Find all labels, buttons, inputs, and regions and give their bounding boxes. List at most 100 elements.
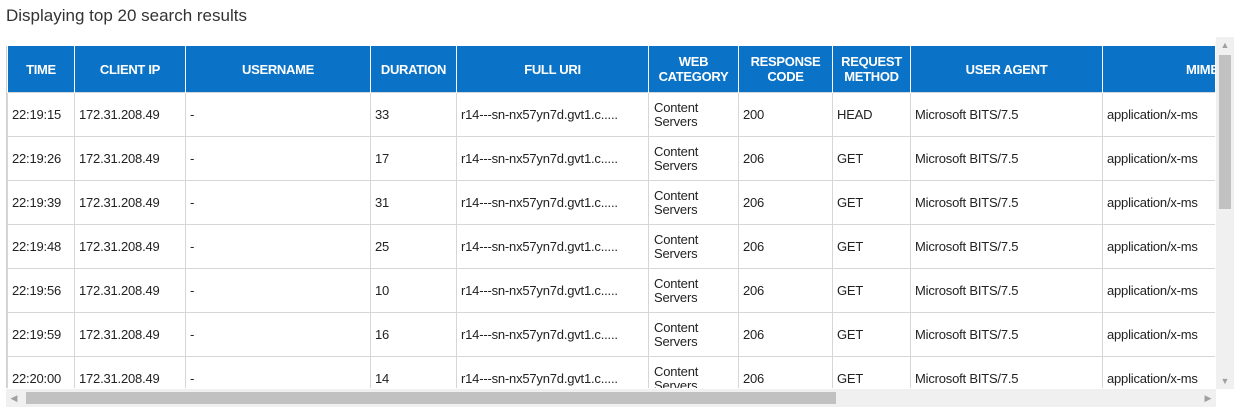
cell-response-code: 206 bbox=[738, 224, 833, 269]
table-body: 22:19:15 172.31.208.49-33 r14---sn-nx57yn7… bbox=[7, 92, 1215, 388]
cell-response-code: 206 bbox=[738, 180, 833, 225]
horizontal-scroll-thumb[interactable] bbox=[26, 392, 836, 404]
cell-user-agent: Microsoft BITS/7.5 bbox=[910, 136, 1103, 181]
cell-client-ip: 172.31.208.49 bbox=[74, 136, 186, 181]
scroll-right-arrow-icon[interactable]: ▶ bbox=[1200, 389, 1216, 407]
header-row: TIME CLIENT IP USERNAME DURATION FULL URI WEB… bbox=[7, 46, 1215, 93]
horizontal-scrollbar[interactable]: ◀ ▶ bbox=[6, 389, 1216, 407]
cell-username: - bbox=[185, 180, 371, 225]
cell-full-uri: r14---sn-nx57yn7d.gvt1.c..... bbox=[456, 224, 649, 269]
column-header-mime-type[interactable]: MIME TY bbox=[1102, 46, 1215, 93]
cell-duration: 31 bbox=[370, 180, 457, 225]
cell-full-uri: r14---sn-nx57yn7d.gvt1.c..... bbox=[456, 136, 649, 181]
cell-request-method: GET bbox=[832, 136, 911, 181]
cell-duration: 33 bbox=[370, 92, 457, 137]
column-header-user-agent[interactable]: USER AGENT bbox=[910, 46, 1103, 93]
cell-username: - bbox=[185, 136, 371, 181]
cell-duration: 10 bbox=[370, 268, 457, 313]
cell-time: 22:19:26 bbox=[7, 136, 75, 181]
cell-duration: 17 bbox=[370, 136, 457, 181]
cell-mime-type: application/x-ms bbox=[1102, 180, 1215, 225]
cell-response-code: 200 bbox=[738, 92, 833, 137]
cell-web-category: Content Servers bbox=[648, 180, 739, 225]
column-header-client-ip[interactable]: CLIENT IP bbox=[74, 46, 186, 93]
cell-client-ip: 172.31.208.49 bbox=[74, 312, 186, 357]
cell-response-code: 206 bbox=[738, 136, 833, 181]
cell-request-method: GET bbox=[832, 180, 911, 225]
results-table: TIME CLIENT IP USERNAME DURATION FULL URI WEB… bbox=[7, 46, 1215, 388]
cell-username: - bbox=[185, 224, 371, 269]
cell-response-code: 206 bbox=[738, 356, 833, 388]
cell-web-category: Content Servers bbox=[648, 356, 739, 388]
column-header-request-method[interactable]: REQUEST METHOD bbox=[832, 46, 911, 93]
cell-request-method: HEAD bbox=[832, 92, 911, 137]
vertical-scrollbar[interactable]: ▲ ▼ bbox=[1216, 37, 1234, 389]
cell-user-agent: Microsoft BITS/7.5 bbox=[910, 224, 1103, 269]
column-header-response-code[interactable]: RESPONSE CODE bbox=[738, 46, 833, 93]
cell-time: 22:20:00 bbox=[7, 356, 75, 388]
cell-full-uri: r14---sn-nx57yn7d.gvt1.c..... bbox=[456, 268, 649, 313]
cell-full-uri: r14---sn-nx57yn7d.gvt1.c..... bbox=[456, 356, 649, 388]
cell-web-category: Content Servers bbox=[648, 92, 739, 137]
cell-username: - bbox=[185, 268, 371, 313]
cell-mime-type: application/x-ms bbox=[1102, 356, 1215, 388]
cell-client-ip: 172.31.208.49 bbox=[74, 268, 186, 313]
cell-response-code: 206 bbox=[738, 312, 833, 357]
scroll-down-arrow-icon[interactable]: ▼ bbox=[1216, 373, 1234, 389]
column-header-username[interactable]: USERNAME bbox=[185, 46, 371, 93]
cell-client-ip: 172.31.208.49 bbox=[74, 180, 186, 225]
cell-mime-type: application/x-ms bbox=[1102, 312, 1215, 357]
cell-request-method: GET bbox=[832, 268, 911, 313]
cell-full-uri: r14---sn-nx57yn7d.gvt1.c..... bbox=[456, 312, 649, 357]
cell-duration: 25 bbox=[370, 224, 457, 269]
table-row[interactable]: 22:19:26 172.31.208.49-17 r14---sn-nx57yn7… bbox=[7, 136, 1215, 181]
table-header: TIME CLIENT IP USERNAME DURATION FULL URI WEB… bbox=[7, 46, 1215, 93]
cell-username: - bbox=[185, 356, 371, 388]
cell-duration: 16 bbox=[370, 312, 457, 357]
cell-response-code: 206 bbox=[738, 268, 833, 313]
cell-mime-type: application/x-ms bbox=[1102, 268, 1215, 313]
cell-request-method: GET bbox=[832, 312, 911, 357]
cell-client-ip: 172.31.208.49 bbox=[74, 92, 186, 137]
table-row[interactable]: 22:19:48 172.31.208.49-25 r14---sn-nx57yn7… bbox=[7, 224, 1215, 269]
cell-web-category: Content Servers bbox=[648, 224, 739, 269]
results-table-viewport: TIME CLIENT IP USERNAME DURATION FULL URI WEB… bbox=[6, 46, 1215, 388]
column-header-full-uri[interactable]: FULL URI bbox=[456, 46, 649, 93]
cell-time: 22:19:39 bbox=[7, 180, 75, 225]
cell-mime-type: application/x-ms bbox=[1102, 136, 1215, 181]
cell-client-ip: 172.31.208.49 bbox=[74, 356, 186, 388]
scroll-left-arrow-icon[interactable]: ◀ bbox=[6, 389, 22, 407]
vertical-scroll-thumb[interactable] bbox=[1219, 55, 1231, 209]
cell-request-method: GET bbox=[832, 356, 911, 388]
cell-web-category: Content Servers bbox=[648, 268, 739, 313]
cell-client-ip: 172.31.208.49 bbox=[74, 224, 186, 269]
cell-full-uri: r14---sn-nx57yn7d.gvt1.c..... bbox=[456, 180, 649, 225]
cell-user-agent: Microsoft BITS/7.5 bbox=[910, 92, 1103, 137]
cell-time: 22:19:56 bbox=[7, 268, 75, 313]
cell-duration: 14 bbox=[370, 356, 457, 388]
table-row[interactable]: 22:19:15 172.31.208.49-33 r14---sn-nx57yn7… bbox=[7, 92, 1215, 137]
cell-time: 22:19:15 bbox=[7, 92, 75, 137]
results-heading: Displaying top 20 search results bbox=[6, 6, 247, 25]
cell-user-agent: Microsoft BITS/7.5 bbox=[910, 268, 1103, 313]
cell-web-category: Content Servers bbox=[648, 136, 739, 181]
cell-mime-type: application/x-ms bbox=[1102, 92, 1215, 137]
table-row[interactable]: 22:19:56 172.31.208.49-10 r14---sn-nx57yn7… bbox=[7, 268, 1215, 313]
column-header-duration[interactable]: DURATION bbox=[370, 46, 457, 93]
column-header-web-category[interactable]: WEB CATEGORY bbox=[648, 46, 739, 93]
cell-time: 22:19:48 bbox=[7, 224, 75, 269]
cell-request-method: GET bbox=[832, 224, 911, 269]
cell-web-category: Content Servers bbox=[648, 312, 739, 357]
cell-user-agent: Microsoft BITS/7.5 bbox=[910, 312, 1103, 357]
table-row[interactable]: 22:19:39 172.31.208.49-31 r14---sn-nx57yn7… bbox=[7, 180, 1215, 225]
scroll-up-arrow-icon[interactable]: ▲ bbox=[1216, 37, 1234, 53]
cell-user-agent: Microsoft BITS/7.5 bbox=[910, 180, 1103, 225]
column-header-time[interactable]: TIME bbox=[7, 46, 75, 93]
cell-username: - bbox=[185, 312, 371, 357]
cell-time: 22:19:59 bbox=[7, 312, 75, 357]
table-row[interactable]: 22:20:00 172.31.208.49-14 r14---sn-nx57yn7… bbox=[7, 356, 1215, 388]
cell-username: - bbox=[185, 92, 371, 137]
table-row[interactable]: 22:19:59 172.31.208.49-16 r14---sn-nx57yn7… bbox=[7, 312, 1215, 357]
cell-mime-type: application/x-ms bbox=[1102, 224, 1215, 269]
cell-full-uri: r14---sn-nx57yn7d.gvt1.c..... bbox=[456, 92, 649, 137]
